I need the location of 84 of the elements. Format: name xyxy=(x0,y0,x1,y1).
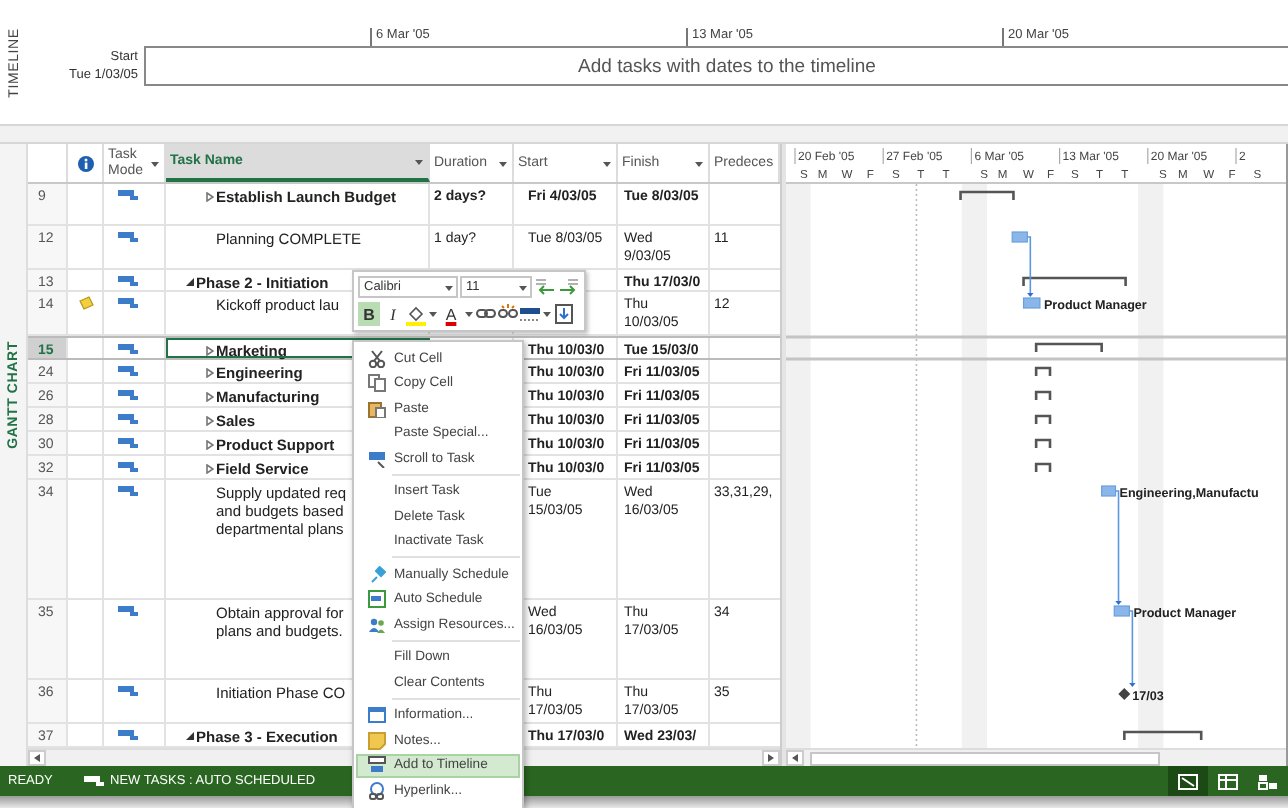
task-mode-icon xyxy=(118,484,138,498)
paste-icon xyxy=(367,399,385,418)
timeline-hint: Add tasks with dates to the timeline xyxy=(578,55,876,77)
summary-bar xyxy=(1034,414,1052,424)
scrollbar-thumb[interactable] xyxy=(810,751,1160,765)
caret-icon[interactable] xyxy=(464,310,474,318)
expand-icon[interactable] xyxy=(205,440,213,450)
task-mode-icon xyxy=(118,342,138,356)
outdent-icon[interactable] xyxy=(534,278,556,296)
expand-icon[interactable] xyxy=(205,392,213,402)
summary-bar xyxy=(1034,342,1103,352)
bold-button[interactable]: B xyxy=(358,302,380,326)
indent-icon[interactable] xyxy=(558,278,580,296)
summary-bar xyxy=(1034,462,1052,472)
font-color-button[interactable]: A xyxy=(440,302,462,326)
caret-icon xyxy=(444,283,454,291)
left-arrow-icon xyxy=(34,754,40,762)
collapse-icon[interactable] xyxy=(185,732,193,740)
milestone-diamond xyxy=(1118,688,1131,700)
task-bar xyxy=(1011,231,1028,243)
information-icon xyxy=(367,706,385,725)
right-arrow-icon xyxy=(768,754,774,762)
caret-icon[interactable] xyxy=(414,157,424,165)
schedule-icon[interactable] xyxy=(554,303,574,325)
copy-icon xyxy=(367,374,385,393)
summary-bar xyxy=(1034,366,1052,376)
scroll-left-button[interactable] xyxy=(786,750,804,766)
summary-bar xyxy=(1123,730,1203,740)
connector-arrow xyxy=(1114,490,1122,605)
expand-icon[interactable] xyxy=(205,368,213,378)
hyperlink-icon xyxy=(367,781,385,800)
info-icon xyxy=(77,155,93,171)
italic-button[interactable]: I xyxy=(382,302,404,326)
gantt-view-icon xyxy=(1178,773,1198,789)
task-mode-icon xyxy=(118,188,138,202)
task-mode-icon xyxy=(118,412,138,426)
timeline-bar[interactable]: Add tasks with dates to the timeline xyxy=(144,46,1288,86)
caret-icon[interactable] xyxy=(694,159,704,167)
summary-bar xyxy=(1034,438,1052,448)
task-mode-icon xyxy=(118,230,138,244)
connector-arrow xyxy=(1128,610,1136,687)
summary-bar xyxy=(959,190,1015,200)
expand-icon[interactable] xyxy=(205,464,213,474)
caret-icon[interactable] xyxy=(498,159,508,167)
task-bar xyxy=(1113,605,1130,617)
caret-icon[interactable] xyxy=(150,159,160,167)
summary-bar xyxy=(1034,390,1052,400)
caret-icon xyxy=(518,283,528,291)
task-mode-icon xyxy=(118,364,138,378)
collapse-icon[interactable] xyxy=(185,278,193,286)
view-button[interactable] xyxy=(1168,766,1208,796)
left-arrow-icon xyxy=(792,754,798,762)
timeline-icon xyxy=(367,756,385,775)
scroll-to-task-icon xyxy=(367,449,385,468)
task-bar xyxy=(1101,485,1117,497)
fill-color-icon[interactable] xyxy=(406,303,426,325)
bar-style-icon[interactable] xyxy=(520,303,540,325)
task-mode-icon xyxy=(118,388,138,402)
caret-icon[interactable] xyxy=(542,310,552,318)
auto-schedule-icon xyxy=(367,590,385,609)
people-icon xyxy=(367,615,385,634)
expand-icon[interactable] xyxy=(205,192,213,202)
note-icon xyxy=(367,731,385,750)
caret-icon[interactable] xyxy=(602,159,612,167)
summary-bar xyxy=(1022,276,1127,286)
grid-view-icon xyxy=(1218,773,1238,789)
scroll-left-button[interactable] xyxy=(28,750,46,766)
task-mode-icon xyxy=(118,436,138,450)
task-mode-icon xyxy=(118,604,138,618)
scissors-icon xyxy=(367,349,385,368)
connector-arrow xyxy=(1026,236,1034,297)
task-mode-icon xyxy=(118,274,138,288)
expand-icon[interactable] xyxy=(205,346,213,356)
caret-icon[interactable] xyxy=(428,310,438,318)
task-mode-icon xyxy=(84,774,104,788)
task-bar xyxy=(1022,297,1041,309)
squares-view-icon xyxy=(1258,773,1278,789)
pin-icon xyxy=(367,565,385,584)
task-mode-icon xyxy=(118,296,138,310)
task-mode-icon xyxy=(118,460,138,474)
expand-icon[interactable] xyxy=(205,416,213,426)
task-mode-icon xyxy=(118,684,138,698)
task-mode-icon xyxy=(118,728,138,742)
scroll-right-button[interactable] xyxy=(762,750,780,766)
